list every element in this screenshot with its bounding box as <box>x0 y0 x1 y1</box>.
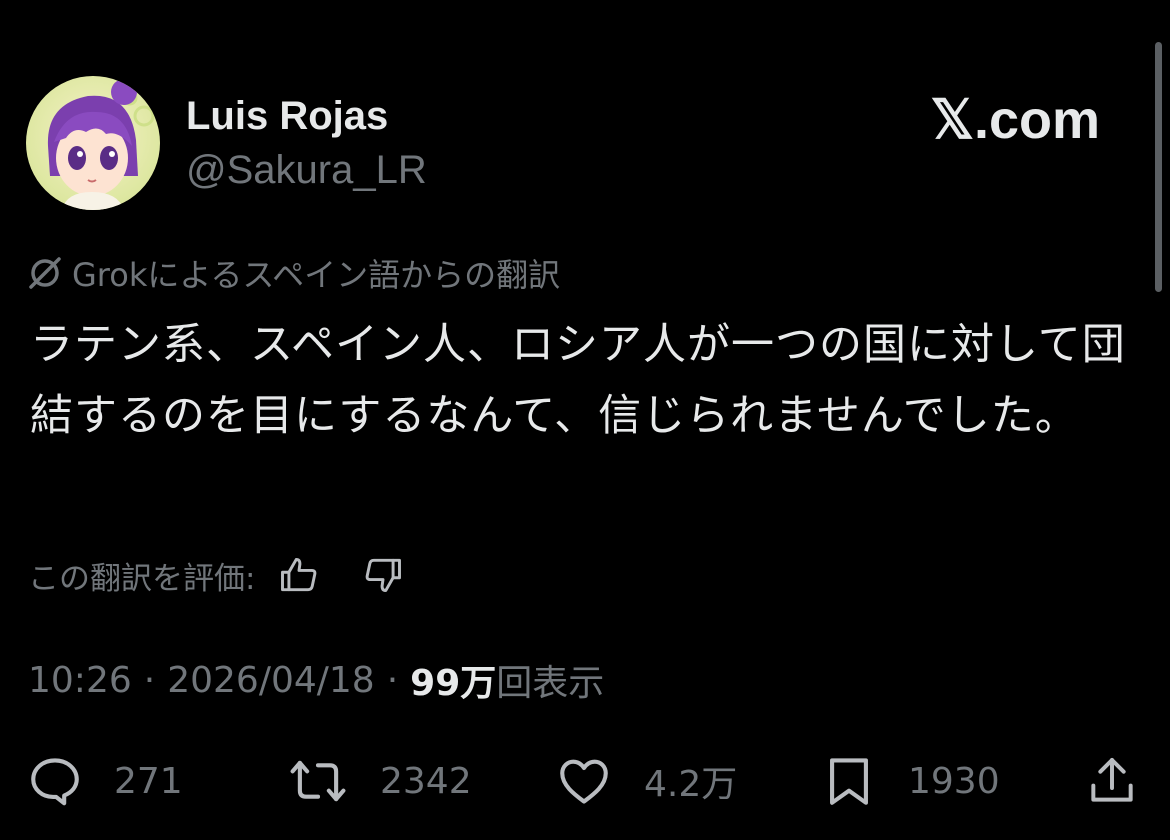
thumbs-up-button[interactable] <box>277 553 321 597</box>
views-label: 回表示 <box>496 663 605 704</box>
reply-button[interactable]: 271 <box>26 750 183 812</box>
translation-label: Grokによるスペイン語からの翻訳 <box>72 256 561 294</box>
like-button[interactable]: 4.2万 <box>554 750 737 812</box>
views-count: 99万 <box>410 663 497 704</box>
translation-rating: この翻訳を評価: <box>28 550 405 600</box>
like-count: 4.2万 <box>644 764 738 805</box>
tweet-meta: 10:26 · 2026/04/18 · 99万 回表示 <box>28 654 604 706</box>
tweet-text: ラテン系、スペイン人、ロシア人が一つの国に対して団結するのを目にするなんて、信じ… <box>30 320 1126 441</box>
meta-separator: · <box>386 659 399 701</box>
avatar-image <box>26 76 160 210</box>
thumbs-down-icon <box>366 558 402 593</box>
grok-icon <box>26 254 64 292</box>
tweet-date[interactable]: 2026/04/18 <box>167 660 375 701</box>
bookmark-button[interactable]: 1930 <box>820 750 1000 812</box>
thumbs-down-button[interactable] <box>361 553 405 597</box>
translation-note: Grokによるスペイン語からの翻訳 <box>26 250 560 296</box>
reply-icon <box>31 758 79 806</box>
meta-separator: · <box>143 659 156 701</box>
author-display-name[interactable]: Luis Rojas <box>186 92 388 140</box>
heart-icon <box>560 759 608 804</box>
thumbs-up-icon <box>281 557 317 592</box>
retweet-count: 2342 <box>380 760 472 802</box>
avatar[interactable] <box>26 76 160 210</box>
share-button[interactable] <box>1084 750 1140 812</box>
tweet-time[interactable]: 10:26 <box>28 660 132 701</box>
rating-label: この翻訳を評価: <box>28 560 256 597</box>
author-handle[interactable]: @Sakura_LR <box>186 146 427 194</box>
share-icon <box>1091 758 1133 802</box>
bookmark-icon <box>830 758 868 805</box>
retweet-icon <box>290 760 346 802</box>
bookmark-count: 1930 <box>908 760 1000 802</box>
reply-count: 271 <box>114 760 183 802</box>
site-watermark: 𝕏.com <box>930 90 1100 150</box>
retweet-button[interactable]: 2342 <box>286 750 472 812</box>
scrollbar[interactable] <box>1155 42 1162 292</box>
